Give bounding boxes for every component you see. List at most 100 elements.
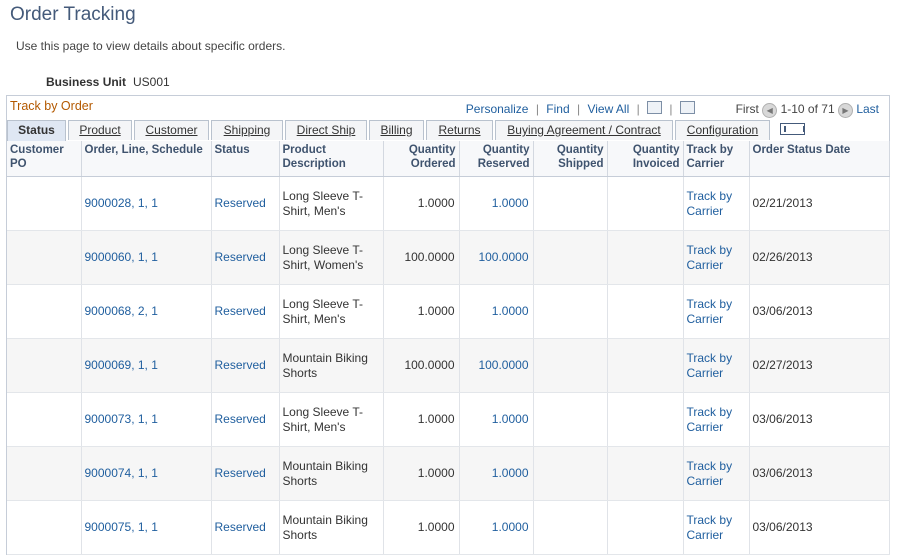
quantity-shipped-cell [533,176,608,231]
order-status-date-cell: 03/06/2013 [752,520,813,534]
customer-po-cell [7,338,82,393]
order-link[interactable]: 9000075, 1, 1 [85,520,158,534]
tab-status[interactable]: Status [7,120,66,141]
quantity-reserved-link[interactable]: 1.0000 [492,196,529,210]
tab-direct-ship[interactable]: Direct Ship [285,120,367,140]
download-spreadsheet-icon[interactable] [679,101,695,114]
product-description-cell: Mountain Biking Shorts [279,500,384,555]
status-cell: Reserved [211,284,280,339]
col-quantity-ordered[interactable]: Quantity Ordered [383,141,460,177]
quantity-shipped-cell [533,446,608,501]
order-cell: 9000060, 1, 1 [81,230,212,285]
order-link[interactable]: 9000073, 1, 1 [85,412,158,426]
tab-billing[interactable]: Billing [369,120,424,140]
status-link[interactable]: Reserved [215,466,266,480]
quantity-ordered-cell: 1.0000 [383,284,460,339]
col-quantity-shipped[interactable]: Quantity Shipped [533,141,608,177]
order-link[interactable]: 9000074, 1, 1 [85,466,158,480]
quantity-ordered-cell: 100.0000 [404,250,455,264]
col-customer-po[interactable]: Customer PO [7,141,82,177]
business-unit-value: US001 [133,75,170,89]
last-link[interactable]: Last [856,102,879,116]
col-quantity-reserved[interactable]: Quantity Reserved [459,141,534,177]
track-by-carrier-link[interactable]: Track by Carrier [687,189,733,218]
next-page-icon[interactable]: ▶ [837,103,853,118]
order-status-date-cell: 03/06/2013 [749,284,890,339]
order-cell: 9000073, 1, 1 [81,392,212,447]
track-by-carrier-link[interactable]: Track by Carrier [687,513,733,542]
table-row: 9000073, 1, 1 Reserved Long Sleeve T-Shirt… [7,392,890,447]
quantity-reserved-link[interactable]: 1.0000 [492,466,529,480]
nav-separator: | [669,102,673,116]
quantity-reserved-link[interactable]: 1.0000 [492,304,529,318]
find-link[interactable]: Find [546,102,569,116]
order-status-date-cell: 03/06/2013 [749,392,890,447]
track-by-carrier-link[interactable]: Track by Carrier [687,297,733,326]
order-status-date-cell: 02/26/2013 [749,230,890,285]
track-by-carrier-cell: Track by Carrier [683,230,750,285]
track-by-carrier-cell: Track by Carrier [683,284,750,339]
order-link[interactable]: 9000060, 1, 1 [85,250,158,264]
view-in-window-icon[interactable] [647,101,663,114]
quantity-reserved-link[interactable]: 100.0000 [478,358,528,372]
col-quantity-invoiced[interactable]: Quantity Invoiced [607,141,684,177]
order-link[interactable]: 9000028, 1, 1 [85,196,158,210]
tab-configuration[interactable]: Configuration [675,120,770,140]
order-cell: 9000068, 2, 1 [81,284,212,339]
quantity-shipped-cell [533,230,608,285]
product-description-cell: Long Sleeve T-Shirt, Men's [279,284,384,339]
status-link[interactable]: Reserved [215,358,266,372]
tab-customer[interactable]: Customer [134,120,209,140]
order-link[interactable]: 9000069, 1, 1 [85,358,158,372]
table-header-row: Customer PO Order, Line, Schedule Status… [7,141,890,177]
product-description-cell: Mountain Biking Shorts [282,512,368,542]
status-link[interactable]: Reserved [215,304,266,318]
order-status-date-cell: 03/06/2013 [749,446,890,501]
order-link[interactable]: 9000068, 2, 1 [85,304,158,318]
quantity-ordered-cell: 1.0000 [417,304,455,318]
col-track-by-carrier[interactable]: Track by Carrier [683,141,750,177]
order-cell: 9000075, 1, 1 [81,500,212,555]
tab-returns[interactable]: Returns [426,120,493,140]
col-order-status-date[interactable]: Order Status Date [749,141,890,177]
table-row: 9000068, 2, 1 Reserved Long Sleeve T-Shirt… [7,284,890,339]
status-cell: Reserved [211,500,280,555]
status-link[interactable]: Reserved [215,412,266,426]
view-all-link[interactable]: View All [587,102,629,116]
track-by-carrier-cell: Track by Carrier [683,446,750,501]
tab-product[interactable]: Product [68,120,132,140]
track-by-carrier-link[interactable]: Track by Carrier [687,243,733,272]
col-order-line-schedule[interactable]: Order, Line, Schedule [81,141,212,177]
quantity-ordered-cell: 100.0000 [383,338,460,393]
quantity-invoiced-cell [607,284,684,339]
customer-po-cell [7,284,82,339]
track-by-carrier-link[interactable]: Track by Carrier [687,405,733,434]
track-by-carrier-link[interactable]: Track by Carrier [687,459,733,488]
customer-po-cell [7,230,82,285]
quantity-shipped-cell [533,392,608,447]
order-status-date-cell: 03/06/2013 [752,412,813,426]
col-status[interactable]: Status [211,141,280,177]
col-product-description[interactable]: Product Description [279,141,384,177]
personalize-link[interactable]: Personalize [466,102,529,116]
business-unit-label: Business Unit [46,75,127,89]
quantity-reserved-link[interactable]: 1.0000 [492,520,529,534]
show-all-columns-icon[interactable] [780,123,805,135]
status-link[interactable]: Reserved [215,250,266,264]
quantity-shipped-cell [533,500,608,555]
status-link[interactable]: Reserved [215,196,266,210]
quantity-reserved-link[interactable]: 100.0000 [478,250,528,264]
quantity-ordered-cell: 1.0000 [417,412,455,426]
quantity-reserved-cell: 1.0000 [459,176,534,231]
order-status-date-cell: 02/27/2013 [752,358,813,372]
quantity-reserved-cell: 100.0000 [459,230,534,285]
grid-navigation: Personalize | Find | View All | | First … [466,101,879,118]
track-by-carrier-link[interactable]: Track by Carrier [687,351,733,380]
quantity-ordered-cell: 100.0000 [383,230,460,285]
previous-page-icon[interactable]: ◀ [762,103,778,118]
tab-buying-agreement[interactable]: Buying Agreement / Contract [495,120,673,140]
tab-shipping[interactable]: Shipping [211,120,283,140]
quantity-reserved-link[interactable]: 1.0000 [492,412,529,426]
order-status-date-cell: 03/06/2013 [752,304,813,318]
status-link[interactable]: Reserved [215,520,266,534]
